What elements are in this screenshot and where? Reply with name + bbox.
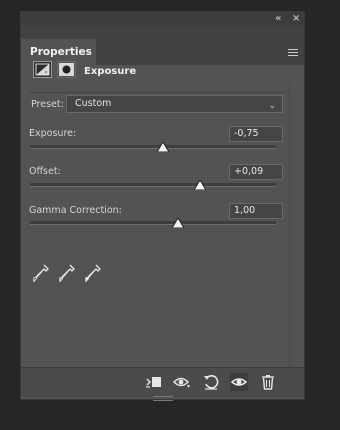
gamma-track[interactable] — [30, 218, 276, 228]
offset-label: Offset: — [29, 166, 61, 177]
white-point-eyedropper-icon[interactable] — [85, 264, 101, 282]
exposure-field[interactable]: -0,75 — [229, 126, 283, 142]
preset-label: Preset: — [31, 99, 64, 110]
close-icon[interactable]: × — [292, 12, 300, 25]
adjustment-icon[interactable] — [33, 61, 52, 78]
gamma-label: Gamma Correction: — [29, 205, 122, 216]
collapse-icon[interactable]: « — [275, 12, 281, 25]
exposure-label: Exposure: — [29, 128, 77, 139]
panel-footer — [21, 367, 304, 397]
reset-icon[interactable] — [202, 373, 220, 391]
preset-value: Custom — [75, 98, 112, 109]
divider — [29, 92, 290, 93]
chevron-down-icon: ⌄ — [268, 101, 276, 111]
delete-icon[interactable] — [259, 373, 277, 391]
adjustment-title: Exposure — [84, 66, 137, 77]
offset-slider-thumb[interactable] — [193, 180, 206, 190]
adjustment-header: Exposure — [21, 55, 304, 89]
offset-field[interactable]: +0,09 — [229, 164, 283, 180]
exposure-track[interactable] — [30, 142, 276, 152]
black-point-eyedropper-icon[interactable] — [33, 264, 49, 282]
mask-icon[interactable] — [57, 61, 76, 78]
gray-point-eyedropper-icon[interactable] — [59, 264, 75, 282]
view-previous-state-icon[interactable] — [173, 373, 191, 391]
toggle-visibility-icon[interactable] — [230, 373, 248, 391]
gamma-slider-thumb[interactable] — [171, 218, 184, 228]
properties-panel: « × Properties Exposure Preset: Custom ⌄ — [20, 11, 305, 401]
preset-dropdown[interactable]: Custom ⌄ — [66, 95, 283, 113]
resize-grip[interactable] — [153, 396, 173, 401]
clip-to-layer-icon[interactable] — [145, 373, 163, 391]
scrollbar[interactable] — [289, 82, 290, 367]
gamma-field[interactable]: 1,00 — [229, 203, 283, 219]
offset-track[interactable] — [30, 180, 276, 190]
panel-titlebar: « × — [21, 12, 304, 25]
exposure-slider-thumb[interactable] — [156, 142, 169, 152]
